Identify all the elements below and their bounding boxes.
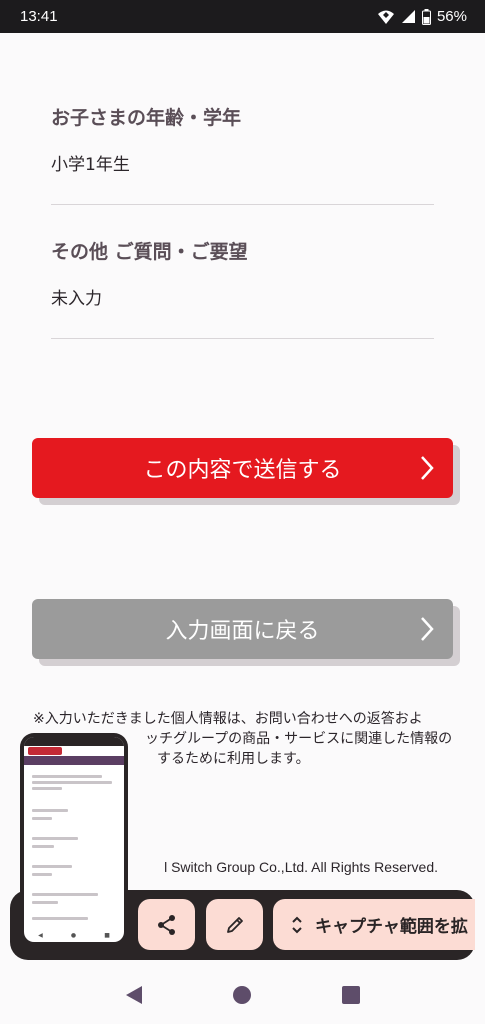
field-questions: その他 ご質問・ご要望 未入力 bbox=[51, 237, 434, 309]
expand-vertical-icon bbox=[292, 916, 302, 933]
battery-percent: 56% bbox=[436, 8, 467, 25]
status-icons: 56% bbox=[377, 8, 467, 25]
thumbnail-home-icon: ● bbox=[70, 932, 77, 939]
pencil-icon bbox=[226, 916, 243, 933]
thumbnail-back-icon: ◀ bbox=[38, 932, 43, 939]
thumbnail-line bbox=[32, 817, 52, 820]
back-button-label: 入力画面に戻る bbox=[165, 619, 320, 644]
signal-icon bbox=[401, 10, 415, 23]
thumbnail-line bbox=[32, 787, 62, 790]
thumbnail-line bbox=[32, 781, 112, 784]
thumbnail-line bbox=[32, 775, 102, 778]
divider bbox=[51, 204, 434, 205]
home-circle-icon bbox=[233, 986, 252, 1004]
chevron-right-icon bbox=[421, 617, 434, 641]
edit-button[interactable] bbox=[206, 899, 263, 950]
screenshot-thumbnail[interactable]: ◀ ● ■ bbox=[20, 733, 128, 946]
back-button[interactable]: 入力画面に戻る bbox=[32, 599, 453, 659]
thumbnail-line bbox=[32, 901, 58, 904]
nav-back-button[interactable] bbox=[119, 980, 149, 1010]
thumbnail-recents-icon: ■ bbox=[104, 932, 110, 939]
nav-recents-button[interactable] bbox=[336, 980, 366, 1010]
thumbnail-nav: ◀ ● ■ bbox=[24, 932, 124, 939]
field-child-age: お子さまの年齢・学年 小学1年生 bbox=[51, 103, 434, 175]
field-value: 未入力 bbox=[51, 289, 102, 309]
divider bbox=[51, 338, 434, 339]
field-label: お子さまの年齢・学年 bbox=[51, 107, 242, 129]
share-button[interactable] bbox=[138, 899, 195, 950]
thumbnail-line bbox=[32, 845, 54, 848]
thumbnail-line bbox=[32, 917, 88, 920]
screen: 13:41 56% お子さまの年齢・学年 小学1年生 その他 ご質問・ご要望 未… bbox=[0, 0, 485, 1024]
status-bar: 13:41 56% bbox=[0, 0, 485, 33]
chevron-right-icon bbox=[421, 456, 434, 480]
thumbnail-header bbox=[24, 756, 124, 765]
expand-capture-button[interactable]: キャプチャ範囲を拡 bbox=[273, 899, 475, 950]
notice-line: ※入力いただきました個人情報は、お問い合わせへの返答およ bbox=[33, 711, 423, 727]
status-time: 13:41 bbox=[20, 8, 58, 25]
thumbnail-status-bar bbox=[24, 737, 124, 746]
field-value: 小学1年生 bbox=[51, 155, 130, 175]
thumbnail-line bbox=[32, 809, 68, 812]
back-triangle-icon bbox=[126, 986, 143, 1004]
thumbnail-line bbox=[32, 893, 98, 896]
navigation-bar bbox=[0, 966, 485, 1024]
wifi-icon bbox=[377, 10, 394, 24]
nav-home-button[interactable] bbox=[227, 980, 257, 1010]
submit-button-label: この内容で送信する bbox=[143, 458, 342, 483]
thumbnail-logo bbox=[28, 747, 62, 755]
thumbnail-line bbox=[32, 837, 78, 840]
recents-square-icon bbox=[341, 986, 360, 1004]
thumbnail-line bbox=[32, 865, 72, 868]
battery-icon bbox=[421, 8, 431, 25]
share-icon bbox=[157, 914, 175, 935]
thumbnail-preview: ◀ ● ■ bbox=[24, 737, 124, 942]
field-label: その他 ご質問・ご要望 bbox=[51, 241, 248, 263]
expand-capture-label: キャプチャ範囲を拡 bbox=[315, 917, 468, 937]
submit-button[interactable]: この内容で送信する bbox=[32, 438, 453, 498]
thumbnail-line bbox=[32, 873, 52, 876]
